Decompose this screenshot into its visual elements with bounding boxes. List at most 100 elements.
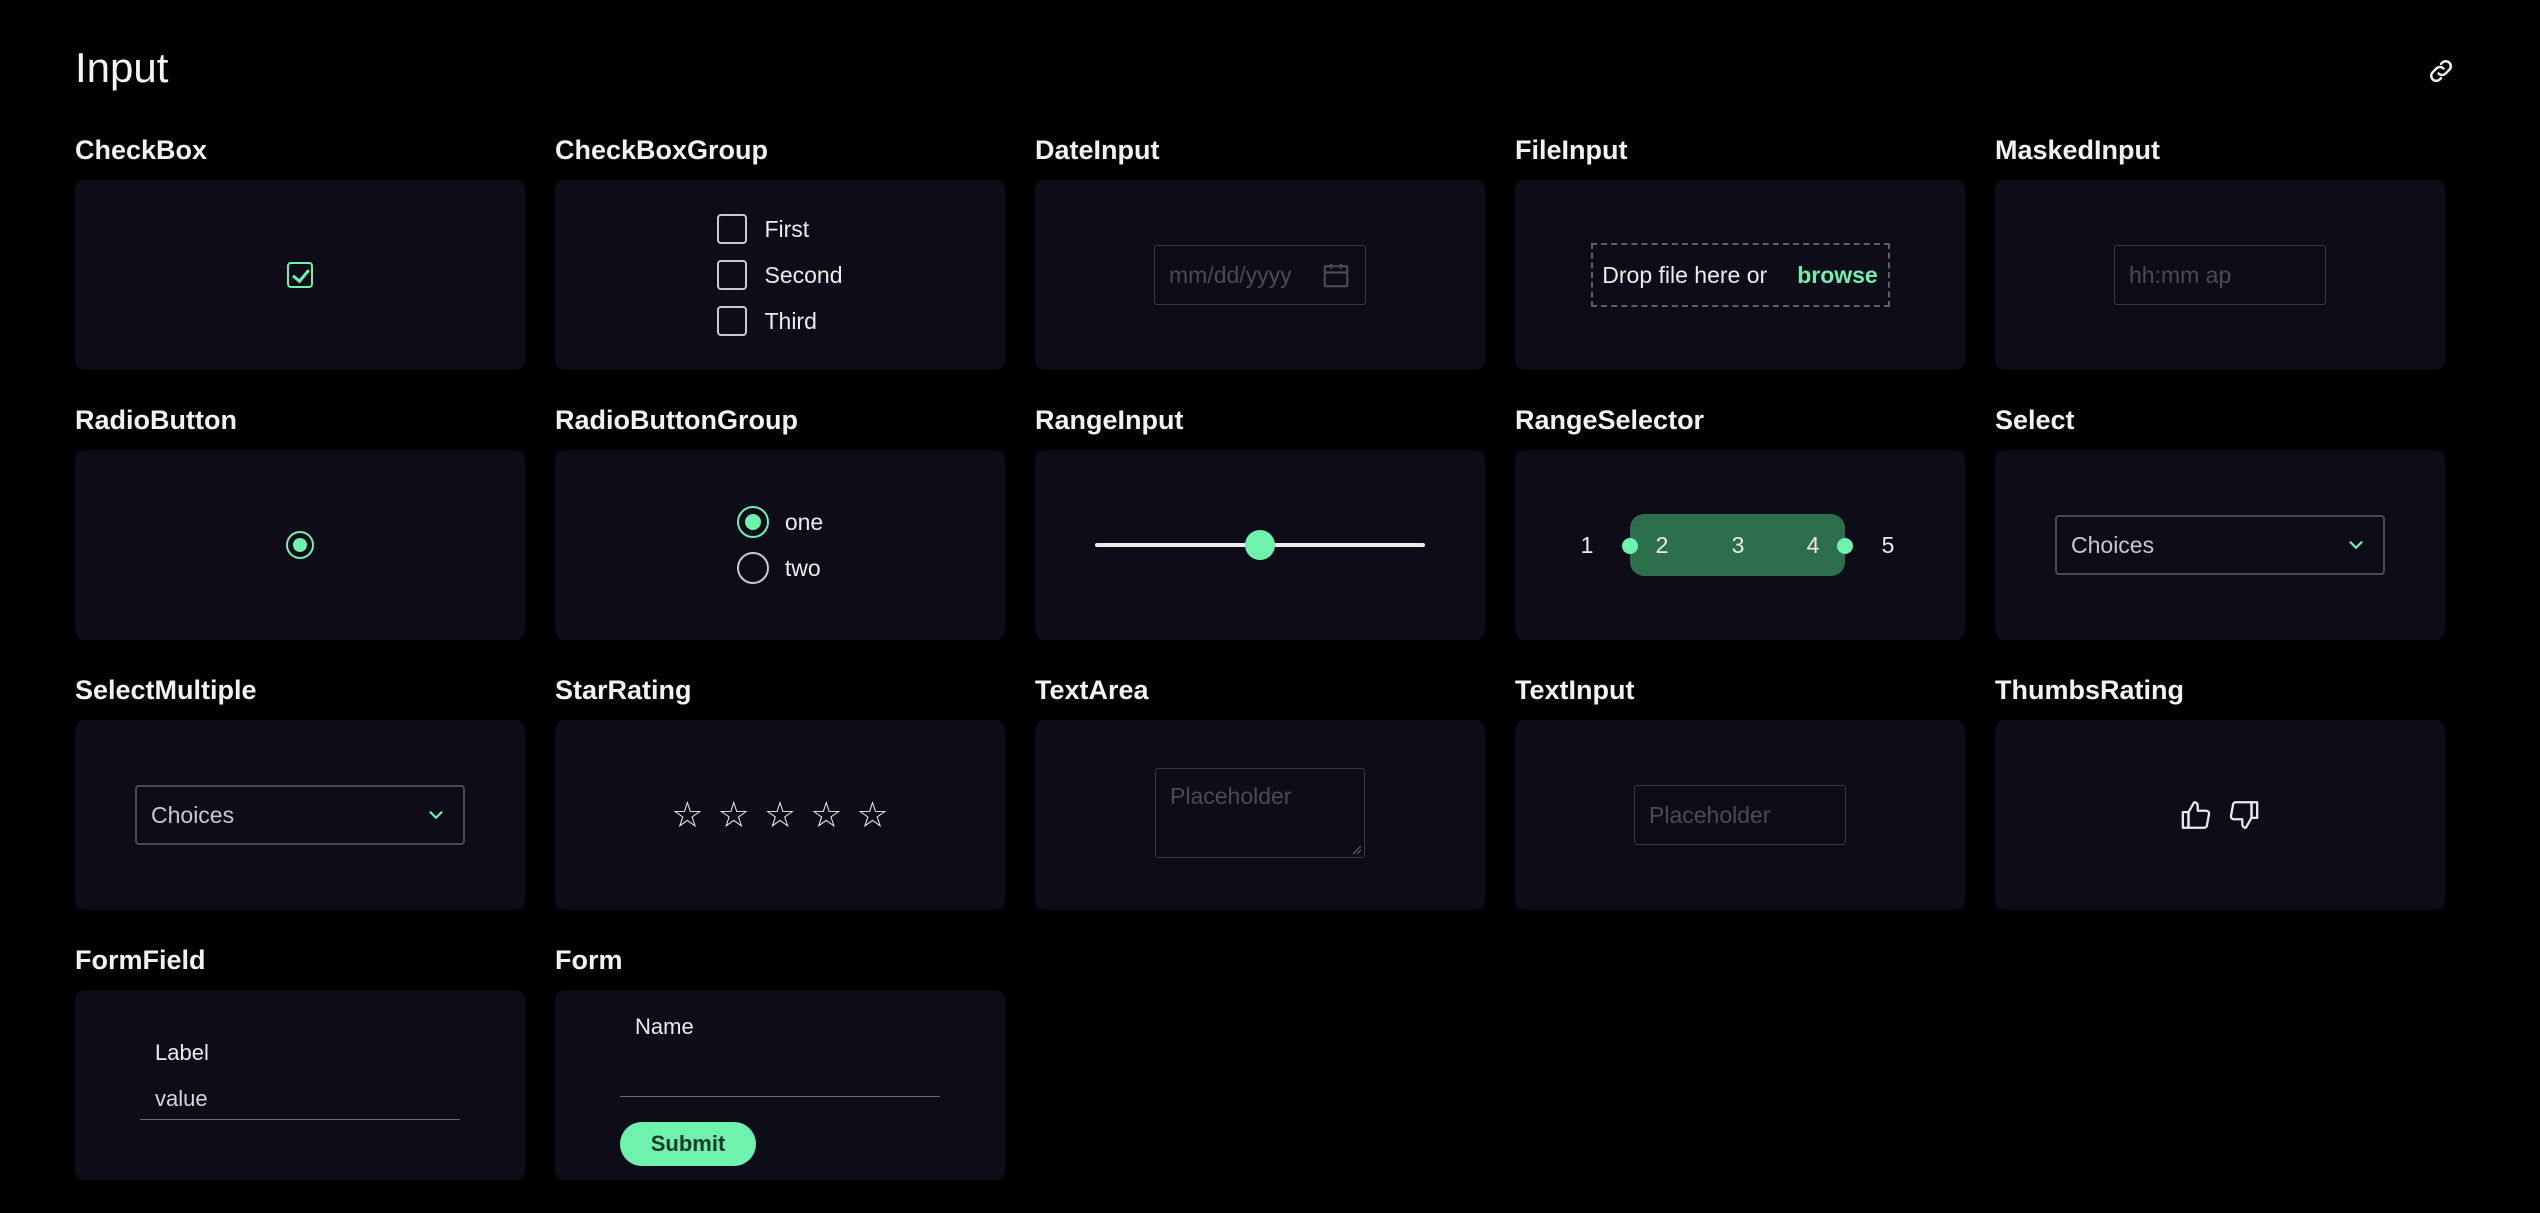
star-icon[interactable]: ☆ [718,794,750,836]
range-selector[interactable]: 1 2 3 4 5 [1515,450,1965,640]
section-title: RangeInput [1035,405,1184,435]
text-input-section: TextInput Placeholder [1515,673,1965,943]
masked-input-section: MaskedInput hh:mm ap [1995,133,2445,403]
radio-button[interactable] [286,531,314,559]
radio-button[interactable] [736,552,769,584]
star-rating-section: StarRating ☆ ☆ ☆ ☆ ☆ [555,673,1005,943]
section-title: TextInput [1515,675,1635,705]
form-field-label: Label [155,1040,209,1065]
section-title: FileInput [1515,135,1628,165]
section-title: TextArea [1035,675,1149,705]
checkbox-option[interactable]: First [717,214,842,244]
section-title: RadioButtonGroup [555,405,798,435]
range-selector-section: RangeSelector 1 2 3 4 5 [1515,403,1965,673]
form-card: Name Submit [555,990,1005,1180]
checkbox-option-label: First [764,215,810,242]
resize-handle-icon[interactable] [1350,843,1362,855]
range-selector-card: 1 2 3 4 5 [1515,450,1965,640]
calendar-icon[interactable] [1321,260,1351,290]
range-value[interactable]: 2 [1647,528,1677,562]
radio-button-section: RadioButton [75,403,525,673]
radio-option-label: two [784,554,821,581]
checkbox[interactable] [717,306,748,336]
radio-group: one two [736,506,823,584]
masked-input-field[interactable]: hh:mm ap [2114,245,2326,305]
select-card: Choices [1995,450,2445,640]
radio-button[interactable] [736,506,769,538]
checkbox-group: First Second Third [717,214,843,336]
text-input-placeholder: Placeholder [1649,801,1771,828]
date-input-section: DateInput mm/dd/yyyy [1035,133,1485,403]
range-value[interactable]: 5 [1873,528,1903,562]
thumbs-up-icon [2181,801,2211,829]
chevron-down-icon [2349,541,2363,550]
link-icon [2429,59,2453,83]
star-icon[interactable]: ☆ [671,794,703,836]
file-drop-zone[interactable]: Drop file here or browse [1590,243,1890,307]
text-area-placeholder: Placeholder [1170,783,1292,809]
checkbox-option[interactable]: Second [717,260,843,290]
range-handle-start[interactable] [1622,538,1638,554]
file-input-section: FileInput Drop file here or browse [1515,133,1965,403]
form-section: Form Name Submit [555,943,1005,1213]
star-rating-card: ☆ ☆ ☆ ☆ ☆ [555,720,1005,910]
section-title: DateInput [1035,135,1160,165]
checkbox[interactable] [717,260,748,290]
date-input-card: mm/dd/yyyy [1035,180,1485,370]
browse-link[interactable]: browse [1797,262,1878,289]
text-input-card: Placeholder [1515,720,1965,910]
checkbox-option-label: Third [764,307,817,334]
select-multiple-section: SelectMultiple Choices [75,673,525,943]
radio-option[interactable]: one [736,506,823,538]
chevron-down-icon [429,811,443,820]
thumbs-down-icon [2229,801,2259,829]
drop-text: Drop file here or [1602,261,1768,288]
star-icon[interactable]: ☆ [856,794,888,836]
form-field-section: FormField Label value [75,943,525,1213]
name-input[interactable] [620,1046,940,1097]
select-dropdown[interactable]: Choices [2055,515,2385,575]
section-title: Form [555,945,623,975]
text-area[interactable]: Placeholder [1155,768,1365,858]
thumbs-up-button[interactable] [2180,798,2214,832]
radio-button-card [75,450,525,640]
section-title: MaskedInput [1995,135,2161,165]
checkbox-option[interactable]: Third [717,306,842,336]
checkbox-option-label: Second [764,261,843,288]
form-field-card: Label value [75,990,525,1180]
range-input-section: RangeInput [1035,403,1485,673]
checkbox[interactable] [717,214,748,244]
star-icon[interactable]: ☆ [764,794,796,836]
select-value: Choices [151,801,235,828]
select-section: Select Choices [1995,403,2445,673]
form-field-input[interactable]: value [140,1078,460,1120]
checkbox-group-card: First Second Third [555,180,1005,370]
submit-button[interactable]: Submit [620,1122,756,1166]
text-area-card: Placeholder [1035,720,1485,910]
slider-thumb[interactable] [1245,530,1275,560]
thumbs-rating-section: ThumbsRating [1995,673,2445,943]
star-icon[interactable]: ☆ [810,794,842,836]
section-title: StarRating [555,675,692,705]
range-value[interactable]: 1 [1572,528,1602,562]
thumbs-down-button[interactable] [2226,798,2260,832]
checkbox[interactable] [287,262,313,288]
date-input-field[interactable]: mm/dd/yyyy [1154,245,1366,305]
section-title: SelectMultiple [75,675,257,705]
text-input-field[interactable]: Placeholder [1634,785,1846,845]
radio-option[interactable]: two [736,552,823,584]
link-button[interactable] [2424,54,2458,88]
select-multiple-dropdown[interactable]: Choices [135,785,465,845]
thumbs-rating [2180,798,2260,832]
select-value: Choices [2071,531,2155,558]
range-value[interactable]: 4 [1798,528,1828,562]
section-title: RadioButton [75,405,237,435]
checkbox-section: CheckBox [75,133,525,403]
section-title: CheckBox [75,135,208,165]
range-handle-end[interactable] [1837,538,1853,554]
section-title: ThumbsRating [1995,675,2184,705]
range-value[interactable]: 3 [1723,528,1753,562]
date-input-placeholder: mm/dd/yyyy [1169,261,1292,288]
checkbox-card [75,180,525,370]
radio-button-group-card: one two [555,450,1005,640]
